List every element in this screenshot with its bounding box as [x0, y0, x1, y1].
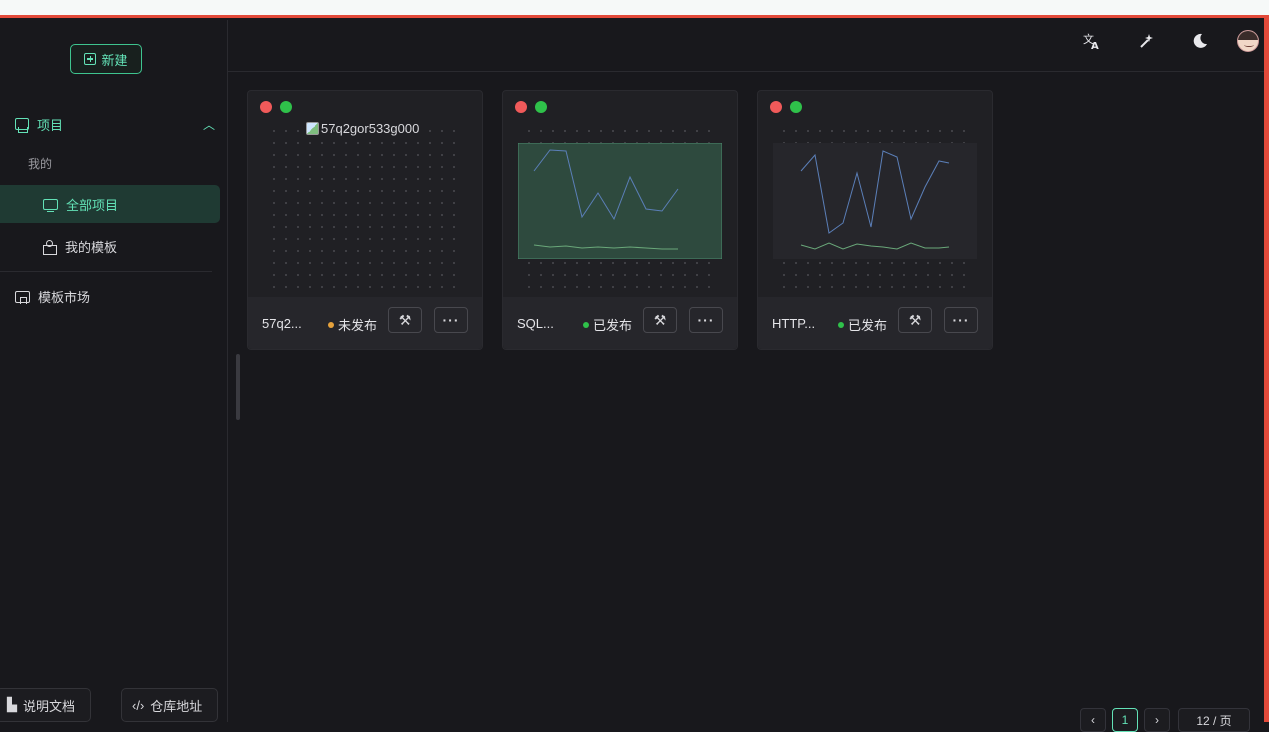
more-dots-icon: ···	[442, 312, 460, 328]
line-chart-thumbnail	[773, 143, 977, 259]
store-icon	[15, 290, 30, 304]
chevron-right-icon: ›	[1155, 713, 1159, 727]
project-preview[interactable]	[268, 125, 464, 289]
status-label: 已发布	[848, 318, 888, 333]
repo-button-label: 仓库地址	[150, 698, 203, 714]
status-badge: 已发布	[583, 315, 632, 334]
status-dot-icon	[328, 321, 334, 328]
edit-button[interactable]: ⚒	[643, 307, 677, 333]
chevron-up-icon[interactable]: ︿	[203, 116, 215, 133]
project-name: 57q2...	[262, 316, 302, 331]
monitor-icon	[43, 198, 58, 212]
repo-button[interactable]: ‹/› 仓库地址	[121, 688, 218, 722]
new-button[interactable]: 新建	[70, 44, 142, 74]
sidebar-item-template-market[interactable]: 模板市场	[15, 287, 90, 306]
edit-button[interactable]: ⚒	[898, 307, 932, 333]
broken-image-icon	[306, 122, 319, 135]
edit-button[interactable]: ⚒	[388, 307, 422, 333]
image-alt-text: 57q2gor533g000	[321, 121, 420, 136]
section-label-mine: 我的	[28, 157, 53, 171]
sidebar-item-label: 我的模板	[65, 240, 118, 255]
add-square-icon	[84, 53, 97, 65]
project-name: HTTP...	[772, 316, 816, 331]
moon-icon[interactable]	[1189, 30, 1211, 52]
sidebar-item-label: 项目	[37, 117, 64, 133]
expand-dot-icon[interactable]	[280, 101, 292, 113]
project-icon	[15, 118, 29, 133]
close-dot-icon[interactable]	[515, 101, 527, 113]
sidebar-item-label: 全部项目	[66, 197, 119, 213]
chevron-left-icon: ‹	[1091, 713, 1095, 727]
code-icon: ‹/›	[132, 697, 145, 713]
status-dot-icon	[583, 321, 589, 328]
project-card[interactable]: HTTP... 已发布 ⚒ ···	[757, 90, 993, 350]
hammer-icon: ⚒	[908, 311, 922, 328]
sidebar-item-all-projects[interactable]: 全部项目	[0, 185, 220, 223]
sidebar: 新建 项目 ︿ 我的 全部项目 我的模板 模板市场	[0, 20, 228, 722]
card-footer: SQL... 已发布 ⚒ ···	[503, 297, 737, 349]
sidebar-item-my-templates[interactable]: 我的模板	[43, 237, 117, 256]
browser-top-strip	[0, 0, 1269, 18]
project-name: SQL...	[517, 316, 554, 331]
close-dot-icon[interactable]	[260, 101, 272, 113]
document-icon: ▙	[7, 697, 17, 712]
sidebar-resize-handle[interactable]	[236, 354, 240, 420]
window-dots	[770, 101, 802, 113]
top-bar	[228, 20, 1264, 72]
more-button[interactable]: ···	[944, 307, 978, 333]
project-card[interactable]: 57q2gor533g000 57q2... 未发布 ⚒ ···	[247, 90, 483, 350]
page-size-select[interactable]: 12 / 页	[1178, 708, 1250, 732]
status-badge: 未发布	[328, 315, 377, 334]
next-page-button[interactable]: ›	[1144, 708, 1170, 732]
status-badge: 已发布	[838, 315, 887, 334]
docs-button-label: 说明文档	[23, 698, 76, 714]
docs-button[interactable]: ▙ 说明文档	[0, 688, 91, 722]
close-dot-icon[interactable]	[770, 101, 782, 113]
prev-page-button[interactable]: ‹	[1080, 708, 1106, 732]
status-label: 已发布	[593, 318, 633, 333]
sidebar-item-label: 模板市场	[38, 290, 91, 305]
line-chart-thumbnail	[518, 143, 722, 259]
avatar[interactable]	[1237, 30, 1259, 52]
window-dots	[260, 101, 292, 113]
status-label: 未发布	[338, 318, 378, 333]
hammer-icon: ⚒	[653, 311, 667, 328]
template-icon	[43, 239, 57, 255]
window-edge	[1264, 18, 1269, 722]
more-dots-icon: ···	[697, 312, 715, 328]
hammer-icon: ⚒	[398, 311, 412, 328]
broken-image-alt: 57q2gor533g000	[306, 121, 419, 136]
expand-dot-icon[interactable]	[535, 101, 547, 113]
translate-icon[interactable]: 文A	[1081, 30, 1103, 52]
card-footer: 57q2... 未发布 ⚒ ···	[248, 297, 482, 349]
magic-wand-icon[interactable]	[1135, 30, 1157, 52]
sidebar-item-projects[interactable]: 项目 ︿	[15, 113, 215, 135]
more-button[interactable]: ···	[689, 307, 723, 333]
expand-dot-icon[interactable]	[790, 101, 802, 113]
new-button-label: 新建	[101, 52, 128, 68]
more-button[interactable]: ···	[434, 307, 468, 333]
more-dots-icon: ···	[952, 312, 970, 328]
window-dots	[515, 101, 547, 113]
project-card[interactable]: SQL... 已发布 ⚒ ···	[502, 90, 738, 350]
card-footer: HTTP... 已发布 ⚒ ···	[758, 297, 992, 349]
svg-text:A: A	[1091, 41, 1099, 50]
page-number-button[interactable]: 1	[1112, 708, 1138, 732]
sidebar-divider	[0, 271, 212, 272]
status-dot-icon	[838, 321, 844, 328]
